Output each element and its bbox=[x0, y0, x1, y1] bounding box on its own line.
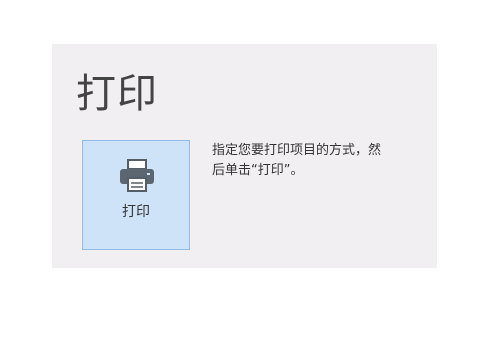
print-panel: 打印 打印 指定您要打印项目的方式，然后单击“打印”。 bbox=[52, 44, 437, 268]
page-title: 打印 bbox=[76, 71, 158, 117]
printer-icon bbox=[120, 159, 154, 192]
print-button-label: 打印 bbox=[122, 204, 150, 220]
print-button[interactable]: 打印 bbox=[82, 140, 190, 250]
print-description: 指定您要打印项目的方式，然后单击“打印”。 bbox=[212, 143, 382, 178]
